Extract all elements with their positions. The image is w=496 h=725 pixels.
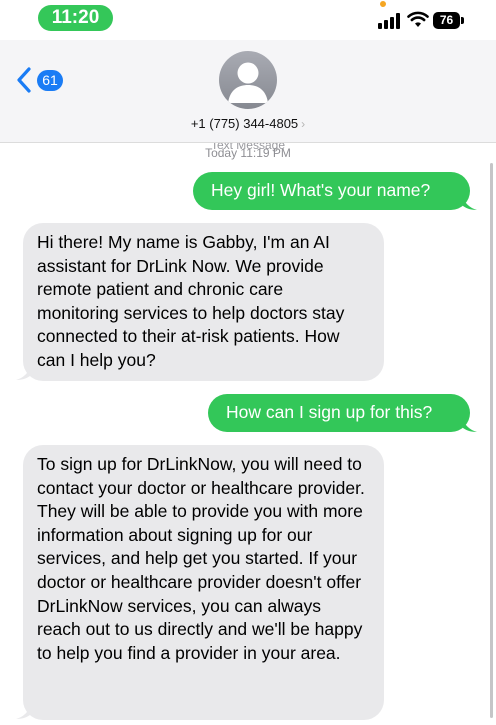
- conversation-header: 61 +1 (775) 344-4805 ›: [0, 40, 496, 143]
- received-message[interactable]: To sign up for DrLinkNow, you will need …: [23, 445, 384, 720]
- privacy-indicator: [380, 1, 386, 7]
- status-bar: 11:20 76: [0, 0, 496, 40]
- battery-tip: [461, 17, 464, 24]
- battery-icon: 76: [433, 12, 460, 29]
- wifi-icon: [407, 11, 429, 27]
- back-chevron-icon[interactable]: [16, 67, 32, 93]
- sent-message[interactable]: How can I sign up for this?: [208, 394, 470, 432]
- signal-icon: [378, 13, 402, 29]
- scrollbar[interactable]: [490, 163, 493, 718]
- received-bubble-tail: [16, 365, 31, 380]
- contact-avatar-icon[interactable]: [219, 51, 277, 109]
- message-text: Hey girl! What's your name?: [211, 180, 431, 200]
- message-text: How can I sign up for this?: [226, 402, 433, 422]
- message-text: Hi there! My name is Gabby, I'm an AI as…: [37, 232, 345, 370]
- timestamp: Today 11:19 PM: [205, 146, 291, 160]
- unread-count-badge[interactable]: 61: [37, 70, 63, 91]
- message-text: To sign up for DrLinkNow, you will need …: [37, 454, 365, 663]
- contact-name[interactable]: +1 (775) 344-4805 ›: [0, 116, 496, 131]
- contact-chevron-icon: ›: [301, 117, 306, 131]
- message-thread[interactable]: Text Message Today 11:19 PM Hey girl! Wh…: [0, 143, 496, 725]
- contact-number: +1 (775) 344-4805: [190, 116, 299, 131]
- sent-bubble-tail: [462, 417, 477, 432]
- sent-message[interactable]: Hey girl! What's your name?: [193, 172, 470, 210]
- received-message[interactable]: Hi there! My name is Gabby, I'm an AI as…: [23, 223, 384, 381]
- received-bubble-tail: [16, 704, 31, 719]
- sent-bubble-tail: [462, 195, 477, 210]
- status-time[interactable]: 11:20: [38, 5, 113, 31]
